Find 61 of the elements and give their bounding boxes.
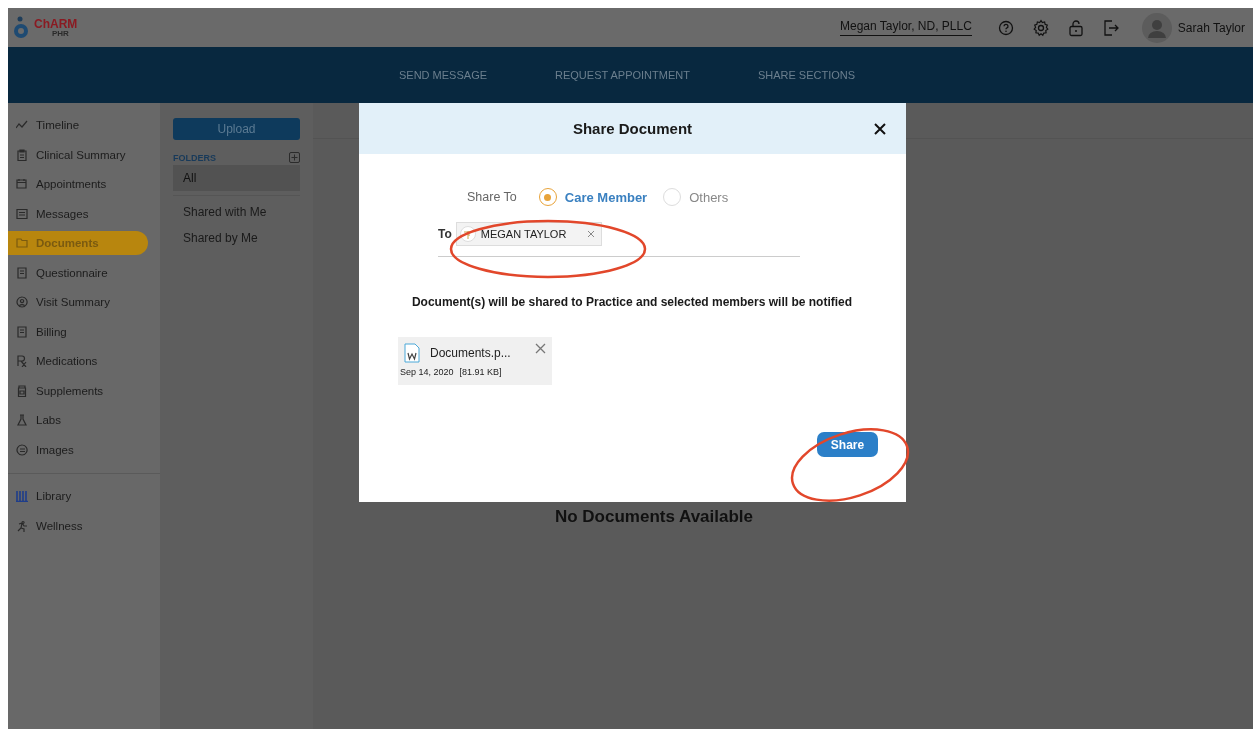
folders-heading: FOLDERS xyxy=(173,152,216,163)
upload-button[interactable]: Upload xyxy=(173,118,300,140)
sidebar-item[interactable]: Medications xyxy=(8,349,148,373)
dialog-title: Share Document xyxy=(572,120,693,137)
share-to-label: Share To xyxy=(467,190,517,204)
sidebar-item[interactable]: Wellness xyxy=(8,513,148,538)
scan-icon xyxy=(16,443,28,456)
folder-item[interactable]: All xyxy=(173,165,300,191)
remove-icon[interactable] xyxy=(535,343,546,354)
close-icon[interactable] xyxy=(874,123,886,135)
calendar-icon xyxy=(16,178,28,190)
share-button[interactable]: Share xyxy=(817,432,878,457)
sidebar-item[interactable]: Documents xyxy=(8,231,148,255)
rx-icon xyxy=(16,355,28,367)
help-icon[interactable] xyxy=(997,19,1014,36)
folder-item[interactable]: Shared by Me xyxy=(173,228,300,254)
clipboard-icon xyxy=(16,148,28,161)
sidebar-item[interactable]: Messages xyxy=(8,201,148,226)
add-folder-icon[interactable] xyxy=(289,152,300,163)
share-note: Document(s) will be shared to Practice and selected members will be notified xyxy=(410,295,854,309)
recipient-field[interactable]: To MEGAN TAYLOR xyxy=(438,222,800,257)
chart-icon xyxy=(16,119,28,131)
nav-link[interactable]: SEND MESSAGE xyxy=(399,69,488,81)
settings-icon[interactable] xyxy=(1031,18,1050,37)
sidebar-item[interactable]: Labs xyxy=(8,408,148,432)
word-document-icon xyxy=(404,343,420,363)
file-date: Sep 14, 2020 xyxy=(400,367,454,377)
sidebar-item[interactable]: Timeline xyxy=(8,113,148,137)
radio-option[interactable]: Care Member xyxy=(538,188,648,206)
sidebar-item[interactable]: Visit Summary xyxy=(8,290,148,314)
recipient-chip: MEGAN TAYLOR xyxy=(455,222,603,246)
file-name: Documents.p... xyxy=(430,346,512,360)
folder-icon xyxy=(16,237,28,249)
form-icon xyxy=(16,325,28,338)
sidebar-item[interactable]: Clinical Summary xyxy=(8,142,148,167)
form-icon xyxy=(16,266,28,279)
file-size: [81.91 KB] xyxy=(459,367,502,377)
nav-link[interactable]: REQUEST APPOINTMENT xyxy=(555,69,690,81)
sidebar-item[interactable]: Billing xyxy=(8,319,148,344)
person-icon xyxy=(16,296,28,308)
logout-icon[interactable] xyxy=(1101,18,1120,37)
folder-item[interactable]: Shared with Me xyxy=(173,202,300,228)
flask-icon xyxy=(16,414,28,426)
empty-message: No Documents Available xyxy=(554,507,754,527)
books-icon xyxy=(16,490,28,502)
nav-link[interactable]: SHARE SECTIONS xyxy=(757,69,856,81)
sidebar-item[interactable]: Library xyxy=(8,484,148,508)
sidebar-item[interactable]: Appointments xyxy=(8,172,148,196)
bottle-icon xyxy=(16,384,28,397)
sidebar-item[interactable]: Questionnaire xyxy=(8,260,148,285)
user-name: Sarah Taylor xyxy=(1177,20,1245,35)
radio-option[interactable]: Others xyxy=(663,188,729,206)
remove-icon[interactable] xyxy=(587,230,596,238)
sidebar-item[interactable]: Images xyxy=(8,437,148,462)
avatar-icon[interactable] xyxy=(1141,12,1172,43)
message-icon xyxy=(16,207,28,220)
lock-icon[interactable] xyxy=(1067,18,1084,37)
practice-link[interactable]: Megan Taylor, ND, PLLC xyxy=(840,19,972,36)
sidebar-item[interactable]: Supplements xyxy=(8,378,148,403)
runner-icon xyxy=(16,519,28,532)
logo: ChARM PHR xyxy=(12,15,78,40)
